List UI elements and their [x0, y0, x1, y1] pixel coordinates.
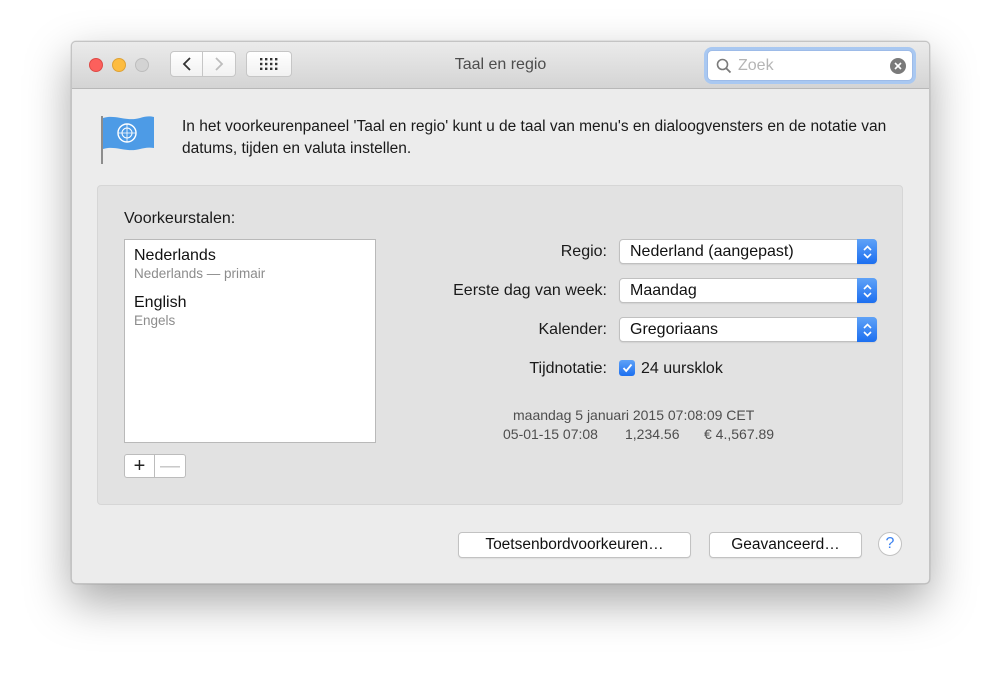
- sample-date-long: maandag 5 januari 2015 07:08:09 CET: [513, 407, 755, 423]
- region-popup[interactable]: Nederland (aangepast): [619, 239, 877, 264]
- 24-hour-label[interactable]: 24 uursklok: [641, 360, 723, 378]
- updown-arrows-icon: [857, 278, 877, 303]
- calendar-value: Gregoriaans: [630, 321, 719, 338]
- list-item[interactable]: Nederlands Nederlands — primair: [134, 246, 265, 283]
- sample-currency: € 4.,567.89: [704, 426, 775, 442]
- first-day-value: Maandag: [630, 282, 697, 299]
- calendar-label: Kalender:: [538, 321, 608, 338]
- search-field[interactable]: Zoek: [707, 50, 913, 81]
- clear-search-button[interactable]: [890, 57, 906, 74]
- search-icon: [716, 58, 732, 73]
- region-value: Nederland (aangepast): [630, 243, 794, 260]
- title-bar: Taal en regio Zoek: [72, 42, 929, 89]
- language-subtitle: Nederlands — primair: [134, 266, 266, 281]
- advanced-button[interactable]: Geavanceerd…: [709, 532, 862, 558]
- region-label: Regio:: [560, 243, 607, 260]
- clear-icon: [894, 61, 902, 70]
- preferred-languages-label: Voorkeurstalen:: [124, 210, 236, 227]
- help-button[interactable]: ?: [878, 532, 902, 556]
- updown-arrows-icon: [857, 317, 877, 342]
- add-remove-control: + —: [124, 454, 186, 478]
- preferences-window: Taal en regio Zoek In het voorkeurenpane…: [71, 41, 930, 584]
- intro-text: In het voorkeurenpaneel 'Taal en regio' …: [182, 118, 887, 157]
- sample-date-short: 05-01-15 07:08: [503, 426, 598, 442]
- first-day-popup[interactable]: Maandag: [619, 278, 877, 303]
- un-flag-icon: [101, 116, 154, 164]
- updown-arrows-icon: [857, 239, 877, 264]
- search-placeholder: Zoek: [738, 56, 774, 74]
- list-item[interactable]: English Engels: [134, 293, 186, 330]
- language-list[interactable]: Nederlands Nederlands — primair English …: [124, 239, 376, 443]
- 24-hour-checkbox[interactable]: [619, 360, 635, 376]
- language-subtitle: Engels: [134, 313, 176, 328]
- calendar-popup[interactable]: Gregoriaans: [619, 317, 877, 342]
- first-day-label: Eerste dag van week:: [453, 282, 607, 299]
- add-language-button[interactable]: +: [124, 454, 155, 478]
- checkmark-icon: [622, 363, 632, 373]
- keyboard-preferences-button[interactable]: Toetsenbordvoorkeuren…: [458, 532, 691, 558]
- remove-language-button: —: [155, 454, 186, 478]
- language-name: English: [134, 294, 187, 311]
- settings-panel: Voorkeurstalen: Nederlands Nederlands — …: [97, 185, 903, 505]
- sample-number: 1,234.56: [625, 426, 680, 442]
- language-name: Nederlands: [134, 247, 216, 264]
- time-format-label: Tijdnotatie:: [529, 360, 607, 377]
